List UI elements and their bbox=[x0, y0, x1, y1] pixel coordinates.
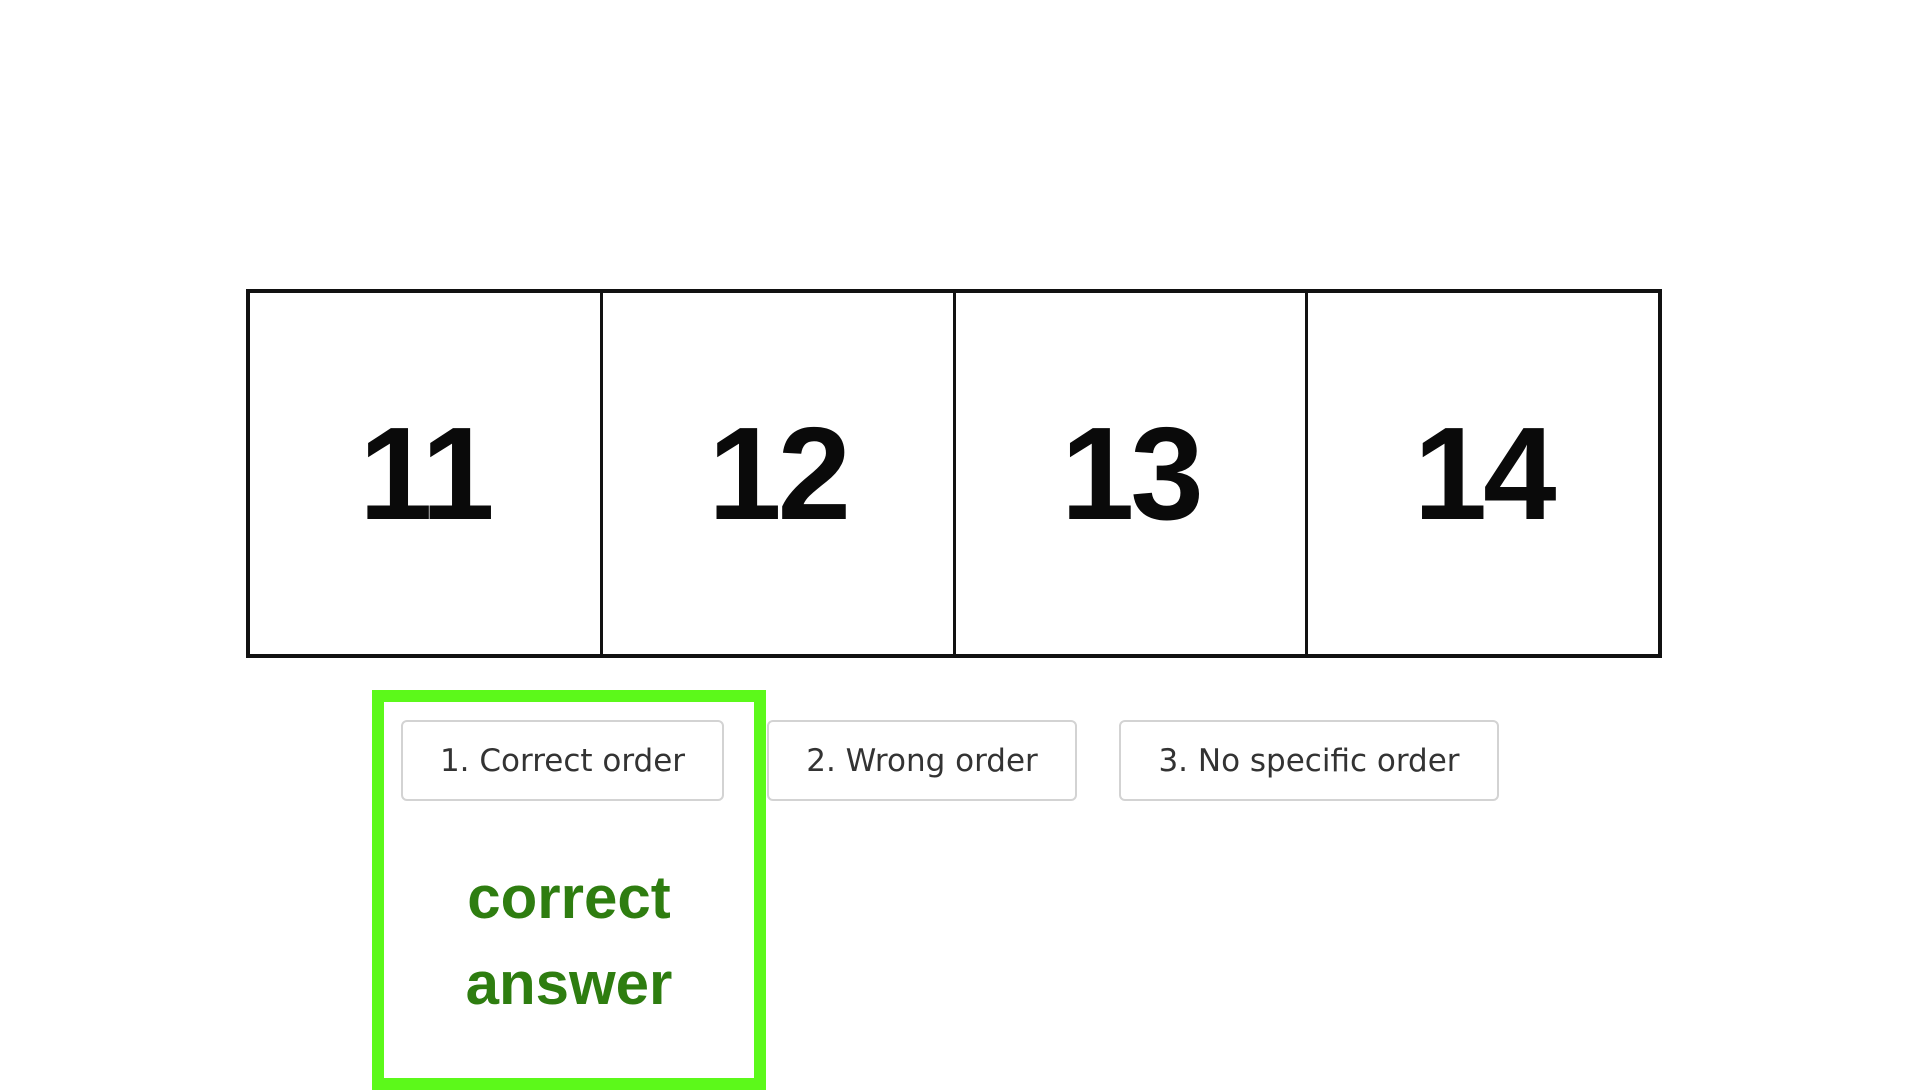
number-cell: 14 bbox=[1305, 293, 1658, 654]
option-no-specific-order-button[interactable]: 3. No specific order bbox=[1119, 720, 1499, 801]
number-sequence: 11 12 13 14 bbox=[246, 289, 1662, 658]
option-wrong-order-button[interactable]: 2. Wrong order bbox=[767, 720, 1077, 801]
correct-answer-label: correct answer bbox=[372, 855, 766, 1027]
number-cell: 12 bbox=[599, 293, 953, 654]
number-cell: 13 bbox=[952, 293, 1306, 654]
answer-line-1: correct bbox=[467, 864, 671, 931]
answer-line-2: answer bbox=[465, 950, 673, 1017]
number-cell: 11 bbox=[359, 400, 495, 547]
